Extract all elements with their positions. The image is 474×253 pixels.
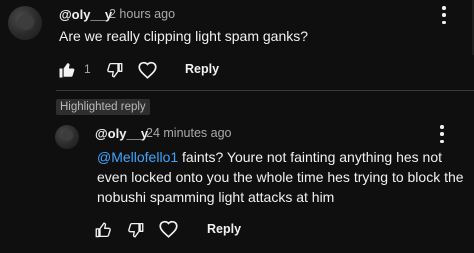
reply-timestamp[interactable]: 24 minutes ago bbox=[146, 126, 231, 140]
reply-text-segment: faints? Youre not fainting anything hes … bbox=[178, 149, 443, 165]
divider bbox=[56, 90, 474, 91]
reply-text-line-2: even locked onto you the whole time hes … bbox=[97, 169, 464, 185]
reply-text-line-3: nobushi spamming light attacks at him bbox=[97, 189, 335, 205]
avatar-image bbox=[62, 130, 73, 141]
avatar-image bbox=[18, 14, 34, 30]
thumbs-up-icon[interactable] bbox=[58, 61, 76, 79]
reply-button[interactable]: Reply bbox=[207, 222, 241, 236]
thumbs-down-icon[interactable] bbox=[106, 61, 124, 79]
avatar[interactable] bbox=[8, 6, 42, 40]
heart-icon[interactable] bbox=[157, 218, 180, 240]
highlighted-reply-badge: Highlighted reply bbox=[56, 99, 150, 115]
mention-link[interactable]: @Mellofello1 bbox=[97, 149, 178, 165]
reply-button[interactable]: Reply bbox=[185, 62, 219, 76]
reply-text-line-1: @Mellofello1 faints? Youre not fainting … bbox=[97, 147, 469, 167]
like-count: 1 bbox=[84, 62, 91, 76]
reply-avatar[interactable] bbox=[55, 125, 79, 149]
heart-icon[interactable] bbox=[136, 59, 159, 81]
comment-timestamp[interactable]: 2 hours ago bbox=[109, 7, 175, 21]
comment-author[interactable]: @oly__y bbox=[59, 7, 112, 22]
comments-panel: @oly__y 2 hours ago Are we really clippi… bbox=[0, 0, 474, 253]
more-vert-icon[interactable] bbox=[436, 4, 452, 26]
more-vert-icon[interactable] bbox=[434, 123, 450, 145]
thumbs-down-icon[interactable] bbox=[127, 221, 145, 239]
thumbs-up-icon[interactable] bbox=[94, 221, 112, 239]
comment-text: Are we really clipping light spam ganks? bbox=[59, 28, 309, 44]
reply-author[interactable]: @oly__y bbox=[95, 126, 148, 141]
reply-text: @Mellofello1 faints? Youre not fainting … bbox=[97, 147, 469, 207]
